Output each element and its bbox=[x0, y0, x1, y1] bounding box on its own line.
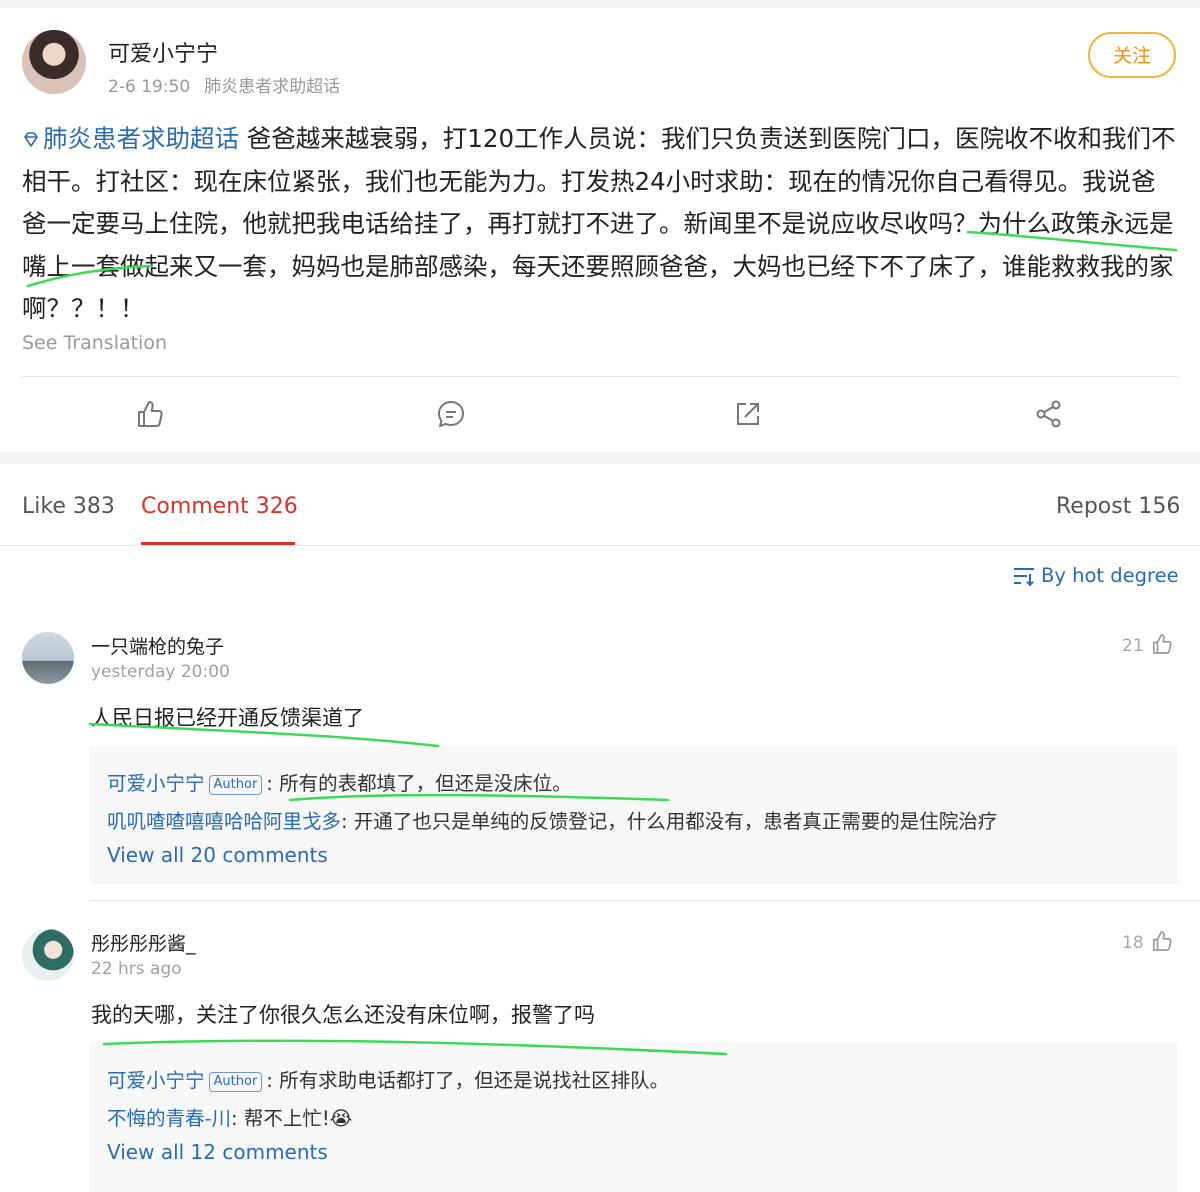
comment-icon[interactable] bbox=[435, 398, 467, 430]
post-source[interactable]: 肺炎患者求助超话 bbox=[204, 77, 340, 97]
author-badge: Author bbox=[208, 775, 263, 795]
reply-username[interactable]: 叽叽喳喳嘻嘻哈哈阿里戈多 bbox=[107, 810, 341, 833]
like-count: 18 bbox=[1122, 933, 1144, 953]
reply-username[interactable]: 可爱小宁宁 bbox=[107, 1069, 205, 1092]
comment-time: 22 hrs ago bbox=[91, 959, 182, 979]
comment-like-button[interactable]: 18 bbox=[1122, 929, 1174, 953]
reply-text: : 所有求助电话都打了，但还是说找社区排队。 bbox=[266, 1069, 670, 1092]
topic-link-label[interactable]: 肺炎患者求助超话 bbox=[43, 124, 239, 153]
share-icon[interactable] bbox=[1033, 398, 1065, 430]
post-text: 爸爸越来越衰弱，打120工作人员说：我们只负责送到医院门口，医院收不收和我们不相… bbox=[22, 124, 1176, 323]
reply-text: : 开通了也只是单纯的反馈登记，什么用都没有，患者真正需要的是住院治疗 bbox=[341, 810, 998, 833]
divider bbox=[90, 900, 1200, 901]
see-translation-link[interactable]: See Translation bbox=[22, 332, 167, 354]
sort-toggle[interactable]: By hot degree bbox=[1013, 564, 1179, 587]
thumbs-up-icon[interactable] bbox=[134, 398, 166, 430]
sort-label: By hot degree bbox=[1041, 564, 1179, 587]
diamond-icon bbox=[24, 132, 38, 147]
reply-item: 可爱小宁宁 Author: 所有的表都填了，但还是没床位。 bbox=[107, 767, 572, 796]
author-badge: Author bbox=[208, 1072, 263, 1092]
reply-item: 可爱小宁宁 Author: 所有求助电话都打了，但还是说找社区排队。 bbox=[107, 1064, 669, 1093]
comment-text: 人民日报已经开通反馈渠道了 bbox=[91, 706, 364, 730]
sort-icon bbox=[1014, 568, 1034, 587]
like-count: 21 bbox=[1122, 636, 1144, 656]
reply-text: : 所有的表都填了，但还是没床位。 bbox=[266, 772, 572, 795]
reply-text: : 帮不上忙!😭 bbox=[231, 1107, 353, 1130]
comment-username[interactable]: 一只端枪的兔子 bbox=[91, 632, 224, 659]
divider bbox=[22, 376, 1178, 377]
comment-text: 我的天哪，关注了你很久怎么还没有床位啊，报警了吗 bbox=[91, 1003, 595, 1027]
reply-item: 叽叽喳喳嘻嘻哈哈阿里戈多: 开通了也只是单纯的反馈登记，什么用都没有，患者真正需… bbox=[107, 805, 997, 834]
tab-repost[interactable]: Repost 156 bbox=[1056, 494, 1180, 519]
reply-item: 不悔的青春-川: 帮不上忙!😭 bbox=[107, 1102, 352, 1131]
comment-username[interactable]: 彤彤彤彤酱_ bbox=[91, 929, 196, 956]
tab-like[interactable]: Like 383 bbox=[22, 494, 115, 519]
thumbs-up-icon bbox=[1152, 634, 1172, 654]
view-all-comments-link[interactable]: View all 20 comments bbox=[107, 843, 328, 867]
comment-time: yesterday 20:00 bbox=[91, 662, 230, 682]
divider bbox=[0, 545, 1200, 546]
tab-comment[interactable]: Comment 326 bbox=[141, 494, 298, 519]
follow-button[interactable]: 关注 bbox=[1088, 32, 1176, 78]
thumbs-up-icon bbox=[1152, 931, 1172, 951]
avatar[interactable] bbox=[22, 929, 74, 981]
post-time: 2-6 19:50 bbox=[108, 77, 191, 97]
reply-username[interactable]: 可爱小宁宁 bbox=[107, 772, 205, 795]
post-meta: 2-6 19:50 肺炎患者求助超话 bbox=[108, 72, 340, 97]
avatar[interactable] bbox=[22, 632, 74, 684]
reply-username[interactable]: 不悔的青春-川 bbox=[107, 1107, 231, 1130]
topic-link[interactable]: 肺炎患者求助超话 bbox=[22, 124, 239, 153]
repost-icon[interactable] bbox=[732, 398, 764, 430]
view-all-comments-link[interactable]: View all 12 comments bbox=[107, 1140, 328, 1164]
comment-like-button[interactable]: 21 bbox=[1122, 632, 1174, 656]
avatar[interactable] bbox=[22, 30, 86, 94]
post-username[interactable]: 可爱小宁宁 bbox=[108, 36, 218, 68]
post-body: 肺炎患者求助超话 爸爸越来越衰弱，打120工作人员说：我们只负责送到医院门口，医… bbox=[22, 118, 1180, 331]
